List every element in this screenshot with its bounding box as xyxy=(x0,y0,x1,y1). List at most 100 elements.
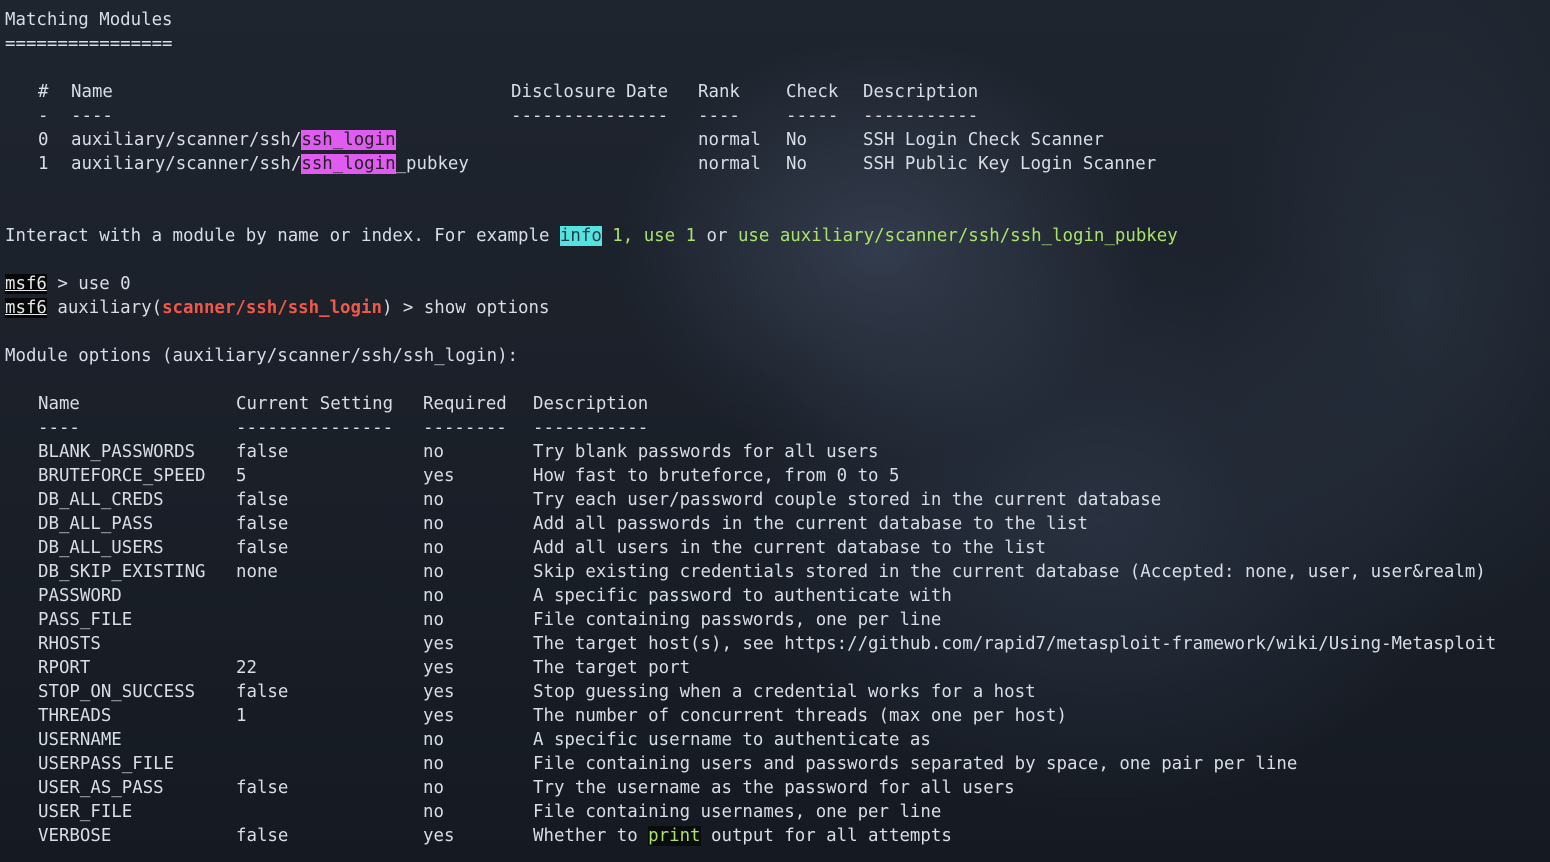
option-current-setting: 1 xyxy=(236,706,247,726)
print-keyword: print xyxy=(648,826,701,846)
search-match-highlight: ssh_login xyxy=(301,154,396,174)
option-current-setting: false xyxy=(236,490,289,510)
opt-setting-divider: --------------- xyxy=(236,418,394,438)
option-row[interactable]: BLANK_PASSWORDS false no Try blank password… xyxy=(5,440,1550,464)
option-row[interactable]: THREADS 1 yes The number of concurrent thre… xyxy=(5,704,1550,728)
option-required: no xyxy=(423,730,444,750)
option-name: DB_ALL_CREDS xyxy=(38,490,164,510)
col-num-divider: - xyxy=(38,106,49,126)
active-module-name: scanner/ssh/ssh_login xyxy=(162,298,382,318)
option-row[interactable]: PASSWORD no A specific password to authent… xyxy=(5,584,1550,608)
option-row[interactable]: BRUTEFORCE_SPEED 5 yes How fast to brutefor… xyxy=(5,464,1550,488)
option-current-setting: false xyxy=(236,538,289,558)
option-row[interactable]: USERNAME no A specific username to authent… xyxy=(5,728,1550,752)
options-header-row: Name Current Setting Required Descriptio… xyxy=(5,392,1550,416)
option-name: RPORT xyxy=(38,658,91,678)
option-required: yes xyxy=(423,658,455,678)
option-row[interactable]: PASS_FILE no File containing passwords, on… xyxy=(5,608,1550,632)
msf-prompt: msf6 xyxy=(5,298,47,318)
option-current-setting: false xyxy=(236,682,289,702)
option-row[interactable]: RPORT 22 yes The target port xyxy=(5,656,1550,680)
option-required: no xyxy=(423,586,444,606)
option-required: yes xyxy=(423,634,455,654)
options-table-body: BLANK_PASSWORDS false no Try blank password… xyxy=(5,440,1550,848)
matching-title-underline: ================ xyxy=(5,34,173,54)
option-name: STOP_ON_SUCCESS xyxy=(38,682,196,702)
module-row[interactable]: 1 auxiliary/scanner/ssh/ssh_login_pubkey… xyxy=(5,152,1550,176)
search-match-highlight: ssh_login xyxy=(301,130,396,150)
option-name: DB_ALL_USERS xyxy=(38,538,164,558)
module-index: 0 xyxy=(38,130,49,150)
option-description: A specific username to authenticate as xyxy=(533,730,931,750)
option-row[interactable]: DB_ALL_PASS false no Add all passwords in t… xyxy=(5,512,1550,536)
option-name: BRUTEFORCE_SPEED xyxy=(38,466,206,486)
option-name: USERPASS_FILE xyxy=(38,754,175,774)
option-required: no xyxy=(423,778,444,798)
command-line-use: msf6 > use 0 xyxy=(5,274,131,294)
module-row[interactable]: 0 auxiliary/scanner/ssh/ssh_login normal… xyxy=(5,128,1550,152)
opt-setting-header: Current Setting xyxy=(236,394,394,414)
option-row[interactable]: STOP_ON_SUCCESS false yes Stop guessing whe… xyxy=(5,680,1550,704)
option-description: Try the username as the password for all… xyxy=(533,778,1015,798)
option-description: Try blank passwords for all users xyxy=(533,442,879,462)
option-description: A specific password to authenticate with xyxy=(533,586,952,606)
col-date-header: Disclosure Date xyxy=(511,82,669,102)
option-row[interactable]: USER_AS_PASS false no Try the username as t… xyxy=(5,776,1550,800)
col-date-divider: --------------- xyxy=(511,106,669,126)
opt-required-divider: -------- xyxy=(423,418,507,438)
option-description: Add all users in the current database to… xyxy=(533,538,1047,558)
opt-desc-divider: ----------- xyxy=(533,418,649,438)
option-row[interactable]: RHOSTS yes The target host(s), see https:/… xyxy=(5,632,1550,656)
option-current-setting: false xyxy=(236,442,289,462)
option-row[interactable]: DB_ALL_USERS false no Add all users in the … xyxy=(5,536,1550,560)
opt-name-divider: ---- xyxy=(38,418,80,438)
option-row[interactable]: DB_SKIP_EXISTING none no Skip existing cred… xyxy=(5,560,1550,584)
col-num-header: # xyxy=(38,82,49,102)
module-description: SSH Public Key Login Scanner xyxy=(863,154,1157,174)
module-description: SSH Login Check Scanner xyxy=(863,130,1104,150)
option-required: no xyxy=(423,490,444,510)
module-rank: normal xyxy=(698,130,761,150)
terminal-output[interactable]: Matching Modules ================ # Name… xyxy=(5,8,1550,862)
module-name: auxiliary/scanner/ssh/ssh_login xyxy=(71,130,396,150)
command-line-show-options: msf6 auxiliary(scanner/ssh/ssh_login) > … xyxy=(5,298,550,318)
option-description: Stop guessing when a credential works fo… xyxy=(533,682,1036,702)
msf-prompt: msf6 xyxy=(5,274,47,294)
option-row[interactable]: VERBOSE false yes Whether to print output f… xyxy=(5,824,1550,848)
col-desc-divider: ----------- xyxy=(863,106,979,126)
option-name: RHOSTS xyxy=(38,634,101,654)
option-current-setting: none xyxy=(236,562,278,582)
option-description: Whether to print output for all attempts xyxy=(533,826,952,846)
option-required: yes xyxy=(423,706,455,726)
option-description: File containing users and passwords sepa… xyxy=(533,754,1298,774)
col-check-header: Check xyxy=(786,82,839,102)
col-rank-header: Rank xyxy=(698,82,740,102)
option-description: The target host(s), see https://github.c… xyxy=(533,634,1497,654)
module-check: No xyxy=(786,154,807,174)
option-name: PASS_FILE xyxy=(38,610,133,630)
module-name: auxiliary/scanner/ssh/ssh_login_pubkey xyxy=(71,154,469,174)
opt-name-header: Name xyxy=(38,394,80,414)
option-row[interactable]: USERPASS_FILE no File containing users and… xyxy=(5,752,1550,776)
option-description: Add all passwords in the current databas… xyxy=(533,514,1088,534)
option-required: no xyxy=(423,802,444,822)
option-required: no xyxy=(423,562,444,582)
option-name: BLANK_PASSWORDS xyxy=(38,442,196,462)
option-required: no xyxy=(423,442,444,462)
option-current-setting: 22 xyxy=(236,658,257,678)
option-row[interactable]: DB_ALL_CREDS false no Try each user/passwor… xyxy=(5,488,1550,512)
option-description: File containing passwords, one per line xyxy=(533,610,942,630)
option-description: The number of concurrent threads (max on… xyxy=(533,706,1067,726)
interact-hint: Interact with a module by name or index.… xyxy=(5,226,1178,246)
option-name: USER_FILE xyxy=(38,802,133,822)
option-name: THREADS xyxy=(38,706,112,726)
matching-header-row: # Name Disclosure Date Rank Check Descri… xyxy=(5,80,1550,104)
col-name-header: Name xyxy=(71,82,113,102)
option-row[interactable]: USER_FILE no File containing usernames, on… xyxy=(5,800,1550,824)
option-description: How fast to bruteforce, from 0 to 5 xyxy=(533,466,900,486)
